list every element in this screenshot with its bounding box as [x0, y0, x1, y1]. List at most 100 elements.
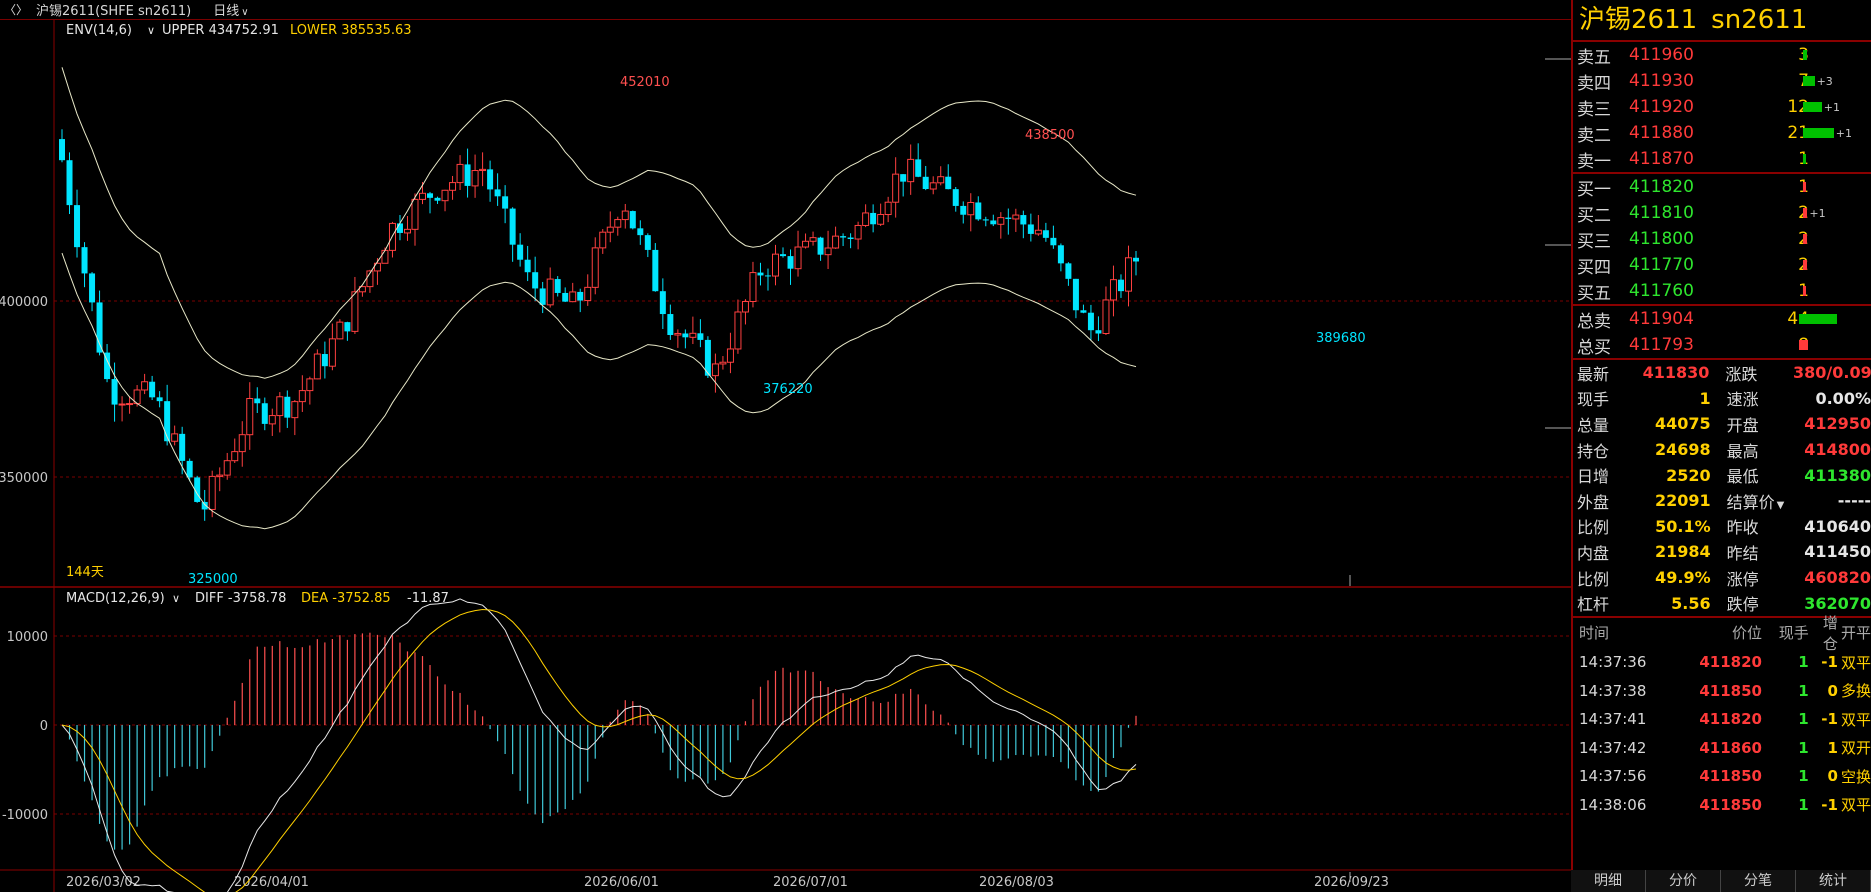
tick-type: 双平 [1840, 796, 1871, 815]
ticks-table: 时间 价位 现手 增仓 开平 14:37:36 411820 1 -1 双平 14:37:… [1573, 614, 1871, 819]
candle-body [449, 182, 457, 191]
stat-value-2: 410640 [1804, 516, 1871, 536]
candle-body [403, 228, 411, 234]
volume-bar [1799, 340, 1809, 350]
chevron-down-icon[interactable]: ▼ [1777, 500, 1785, 511]
macd-tick-neg10000: -10000 [2, 808, 48, 823]
macd-diff-line [61, 598, 1137, 892]
bid-row[interactable]: 买五4117601 [1573, 278, 1871, 304]
macd-indicator-label[interactable]: MACD(12,26,9) [66, 591, 165, 606]
candle-body [554, 279, 561, 293]
period-selector[interactable]: 日线 ∨ [213, 0, 248, 19]
tick-row[interactable]: 14:37:36 411820 1 -1 双平 [1573, 648, 1871, 677]
bid-row[interactable]: 买四4117702 [1573, 252, 1871, 278]
tick-time: 14:37:41 [1579, 710, 1647, 729]
tick-oi-change: 0 [1827, 681, 1838, 700]
candle-body [847, 237, 854, 240]
candle-body [945, 176, 952, 190]
candle-body [1027, 224, 1034, 234]
volume-bar [1803, 208, 1808, 218]
candle-body [381, 249, 389, 264]
candle-body [614, 219, 622, 228]
total-label: 总卖 [1577, 311, 1611, 332]
candle-body [780, 254, 787, 257]
candle-body [787, 256, 794, 269]
stat-key-2-label: 跌停 [1726, 595, 1759, 615]
candle-body [164, 401, 171, 442]
tick-price: 411850 [1699, 681, 1762, 700]
total-row[interactable]: 总买4117938 [1573, 332, 1871, 358]
stat-value-2: 411380 [1804, 465, 1871, 485]
stat-key: 比例 [1577, 518, 1610, 538]
candle-body [854, 224, 862, 240]
candle-body [344, 322, 351, 332]
chevron-down-icon[interactable]: ∨ [172, 592, 180, 605]
tick-row[interactable]: 14:37:41 411820 1 -1 双平 [1573, 705, 1871, 734]
stat-key: 最新 [1577, 364, 1610, 384]
stat-key-2: 最低 [1719, 463, 1795, 487]
tick-row[interactable]: 14:37:38 411850 1 0 多换 [1573, 676, 1871, 705]
env-indicator-label[interactable]: ENV(14,6) [66, 23, 132, 38]
annotation-local-low: 376220 [763, 382, 813, 397]
bid-row[interactable]: 买二4118102+1 [1573, 200, 1871, 226]
tick-oi-change: -1 [1821, 710, 1838, 729]
stat-key-2[interactable]: 结算价 ▼ [1719, 489, 1795, 513]
bid-row[interactable]: 买三4118002 [1573, 226, 1871, 252]
candle-body [502, 196, 509, 209]
candle-body [179, 433, 186, 461]
stat-key: 现手 [1577, 390, 1610, 410]
window-title: 沪锡2611(SHFE sn2611) [36, 4, 192, 19]
bid-label: 买三 [1577, 231, 1611, 252]
stat-value-2: 412950 [1804, 414, 1871, 434]
ask-row[interactable]: 卖一4118701 [1573, 146, 1871, 172]
tick-row[interactable]: 14:37:42 411860 1 1 双开 [1573, 733, 1871, 762]
candle-body [456, 163, 464, 184]
candle-body [396, 223, 403, 233]
tick-price: 411850 [1699, 795, 1762, 814]
tick-hand: 1 [1798, 738, 1809, 757]
tab-2[interactable]: 分笔 [1721, 870, 1796, 892]
candle-body [802, 240, 810, 248]
stat-key-2-label: 最高 [1726, 441, 1759, 461]
stat-row: 内盘 21984 昨结 411450 [1573, 539, 1871, 565]
stat-value-2: 460820 [1804, 568, 1871, 588]
ask-row[interactable]: 卖三 411920 12 +1 [1573, 94, 1871, 120]
env-upper-label: UPPER 434752.91 [162, 23, 279, 38]
totals-book: 总卖41190444总买4117938 [1573, 306, 1871, 360]
price-chart[interactable]: 400000 350000 10000 0 -10000 ENV(14,6) ∨… [0, 20, 1571, 892]
tick-time: 14:38:06 [1579, 795, 1647, 814]
volume-bar [1803, 76, 1815, 86]
total-label: 总买 [1577, 337, 1611, 358]
ask-row[interactable]: 卖五4119603 [1573, 42, 1871, 68]
tick-time: 14:37:38 [1579, 681, 1647, 700]
candle-body [817, 237, 824, 255]
ticks-header-price: 价位 [1731, 624, 1762, 643]
x-date-label: 2026/07/01 [773, 875, 848, 890]
ask-price: 411880 [1629, 123, 1694, 143]
upper-band-line [61, 67, 1137, 379]
ask-row[interactable]: 卖四4119307+3 [1573, 68, 1871, 94]
stat-key-2-label: 涨跌 [1725, 364, 1758, 384]
bid-row[interactable]: 买一4118201 [1573, 174, 1871, 200]
tab-0[interactable]: 明细 [1571, 870, 1646, 892]
stat-row: 持仓 24698 最高 414800 [1573, 437, 1871, 463]
ticks-header-time: 时间 [1579, 624, 1610, 643]
tick-price: 411820 [1699, 653, 1762, 672]
candle-body [937, 176, 945, 184]
tick-row[interactable]: 14:38:06 411850 1 -1 双平 [1573, 790, 1871, 819]
stat-key-2-label: 结算价 [1726, 492, 1775, 512]
tab-3[interactable]: 统计 [1796, 870, 1871, 892]
macd-tick-0: 0 [40, 719, 48, 734]
tab-1[interactable]: 分价 [1646, 870, 1721, 892]
ticks-header-hand: 现手 [1778, 624, 1809, 643]
tick-row[interactable]: 14:37:56 411850 1 0 空换 [1573, 762, 1871, 791]
chevron-down-icon[interactable]: ∨ [147, 24, 155, 37]
stat-key-2: 昨结 [1719, 540, 1795, 564]
candle-body [1102, 299, 1110, 335]
chart-menu-icon[interactable]: 〈〉 [4, 1, 28, 18]
total-row[interactable]: 总卖41190444 [1573, 306, 1871, 332]
candle-body [246, 398, 254, 436]
ask-row[interactable]: 卖二 411880 21 +1 [1573, 120, 1871, 146]
ask-price: 411960 [1629, 45, 1694, 65]
volume-change: +3 [1816, 75, 1833, 88]
